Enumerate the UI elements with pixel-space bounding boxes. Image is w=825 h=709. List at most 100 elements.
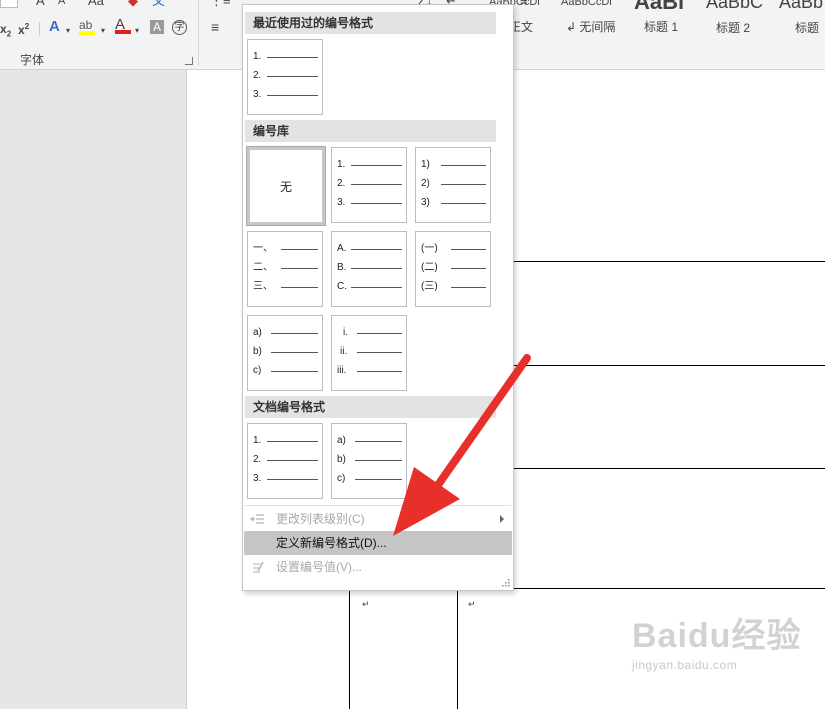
placeholder-line — [357, 352, 402, 353]
placeholder-line — [267, 57, 318, 58]
align-left-icon[interactable]: ≡ — [211, 20, 219, 34]
text-effects-icon[interactable]: A — [49, 19, 60, 34]
placeholder-line — [441, 184, 486, 185]
number-mark: 一、 — [253, 243, 273, 254]
tile-row: i. — [337, 326, 405, 340]
style-sample: AaBbC — [706, 0, 764, 12]
table-border — [513, 468, 825, 469]
placeholder-line — [351, 287, 402, 288]
enclose-char-icon[interactable]: 字 — [172, 20, 187, 35]
numbering-tile-chinese-paren[interactable]: (一) (二) (三) — [415, 231, 491, 307]
indent-level-icon — [250, 514, 264, 524]
none-label: 无 — [279, 179, 292, 194]
placeholder-line — [351, 268, 402, 269]
style-heading-2[interactable]: AaBbC 标题 2 — [706, 0, 770, 40]
number-mark: ii. — [340, 346, 348, 357]
paragraph-mark: ↵ — [362, 599, 370, 609]
tile-row: 2. — [253, 453, 321, 467]
subscript-icon[interactable]: x2 — [0, 22, 11, 41]
numbering-tile-decimal-paren[interactable]: 1) 2) 3) — [415, 147, 491, 223]
style-title[interactable]: AaBb 标题 — [779, 0, 825, 40]
numbering-tile-recent-decimal[interactable]: 1. 2. 3. — [247, 39, 323, 115]
placeholder-line — [351, 249, 402, 250]
numbering-tile-doc-lower-alpha[interactable]: a) b) c) — [331, 423, 407, 499]
watermark-logo: Baidu经验 — [632, 617, 802, 655]
number-mark: b) — [253, 346, 262, 357]
numbering-tile-none[interactable]: 无 — [246, 146, 326, 226]
resize-grip-icon[interactable] — [502, 579, 510, 587]
tile-row: 1. — [253, 434, 321, 448]
placeholder-line — [271, 371, 318, 372]
placeholder-line — [281, 249, 318, 250]
placeholder-line — [267, 479, 318, 480]
tile-row: b) — [253, 345, 321, 359]
numbering-tile-upper-alpha[interactable]: A. B. C. — [331, 231, 407, 307]
font-size-box[interactable] — [0, 0, 18, 8]
tile-row: a) — [253, 326, 321, 340]
char-shading-icon[interactable]: A — [150, 20, 164, 34]
numbering-library-header: 编号库 — [245, 120, 496, 142]
set-numbering-value-item[interactable]: 设置编号值(V)... — [244, 555, 512, 579]
placeholder-line — [357, 333, 402, 334]
phonetic-icon[interactable]: 文 — [152, 0, 165, 8]
superscript-icon[interactable]: x2 — [18, 20, 29, 37]
placeholder-line — [357, 371, 402, 372]
grow-font-icon[interactable]: A — [36, 0, 45, 8]
recent-formats-header: 最近使用过的编号格式 — [245, 12, 496, 34]
tile-row: c) — [337, 472, 405, 486]
tile-row: 1. — [253, 50, 321, 64]
number-mark: a) — [253, 327, 262, 338]
menu-separator — [245, 505, 511, 506]
style-name: 标题 2 — [716, 21, 751, 35]
style-sample: AaBl — [634, 0, 685, 14]
dropdown-arrow-icon[interactable]: ▾ — [135, 24, 139, 38]
number-mark: i. — [343, 327, 348, 338]
placeholder-line — [355, 479, 402, 480]
aa-icon[interactable]: Aa — [88, 0, 104, 8]
define-new-number-format-item[interactable]: 定义新编号格式(D)... — [244, 531, 512, 555]
numbering-tile-lower-alpha[interactable]: a) b) c) — [247, 315, 323, 391]
tile-row: a) — [337, 434, 405, 448]
table-border — [349, 588, 350, 709]
numbering-tile-doc-decimal[interactable]: 1. 2. 3. — [247, 423, 323, 499]
clear-format-icon[interactable]: ◆ — [128, 0, 138, 8]
style-heading-1[interactable]: AaBl 标题 1 — [634, 0, 696, 40]
number-mark: 2. — [337, 178, 346, 189]
number-mark: 3) — [421, 197, 430, 208]
tile-row: 2. — [253, 69, 321, 83]
placeholder-line — [355, 441, 402, 442]
number-mark: c) — [253, 365, 262, 376]
style-name: 标题 — [795, 21, 820, 35]
menu-item-label: 设置编号值(V)... — [276, 560, 362, 574]
font-color-icon[interactable]: A — [115, 17, 131, 34]
numbering-tile-lower-roman[interactable]: i. ii. iii. — [331, 315, 407, 391]
placeholder-line — [351, 184, 402, 185]
style-no-spacing[interactable]: AaBbCcDi ↲ 无间隔 — [561, 0, 629, 40]
numbering-tile-decimal-dot[interactable]: 1. 2. 3. — [331, 147, 407, 223]
dropdown-arrow-icon[interactable]: ▾ — [101, 24, 105, 38]
font-group-label: 字体 — [20, 53, 45, 67]
number-mark: (二) — [421, 262, 438, 273]
style-sample: AaBbCcDi — [561, 0, 612, 8]
number-mark: c) — [337, 473, 346, 484]
shrink-font-icon[interactable]: A — [58, 0, 65, 8]
dropdown-arrow-icon[interactable]: ▾ — [66, 24, 70, 38]
number-mark: iii. — [337, 365, 347, 376]
number-mark: B. — [337, 262, 347, 273]
number-mark: 3. — [253, 473, 262, 484]
divider — [39, 22, 40, 36]
number-mark: (三) — [421, 281, 438, 292]
numbering-tile-chinese[interactable]: 一、 二、 三、 — [247, 231, 323, 307]
placeholder-line — [441, 165, 486, 166]
change-list-level-item[interactable]: 更改列表级别(C) — [244, 507, 512, 531]
tile-row: ii. — [337, 345, 405, 359]
tile-row: B. — [337, 261, 405, 275]
style-sample: AaBb — [779, 0, 824, 12]
tile-row: 3. — [253, 472, 321, 486]
watermark-url: jingyan.baidu.com — [632, 658, 738, 672]
font-dialog-launcher-icon[interactable] — [185, 57, 193, 65]
tile-row: (一) — [421, 242, 489, 256]
highlight-icon[interactable]: ab — [79, 18, 95, 35]
bullets-icon[interactable]: ⋮≡ — [210, 0, 231, 8]
number-mark: 三、 — [253, 281, 273, 292]
